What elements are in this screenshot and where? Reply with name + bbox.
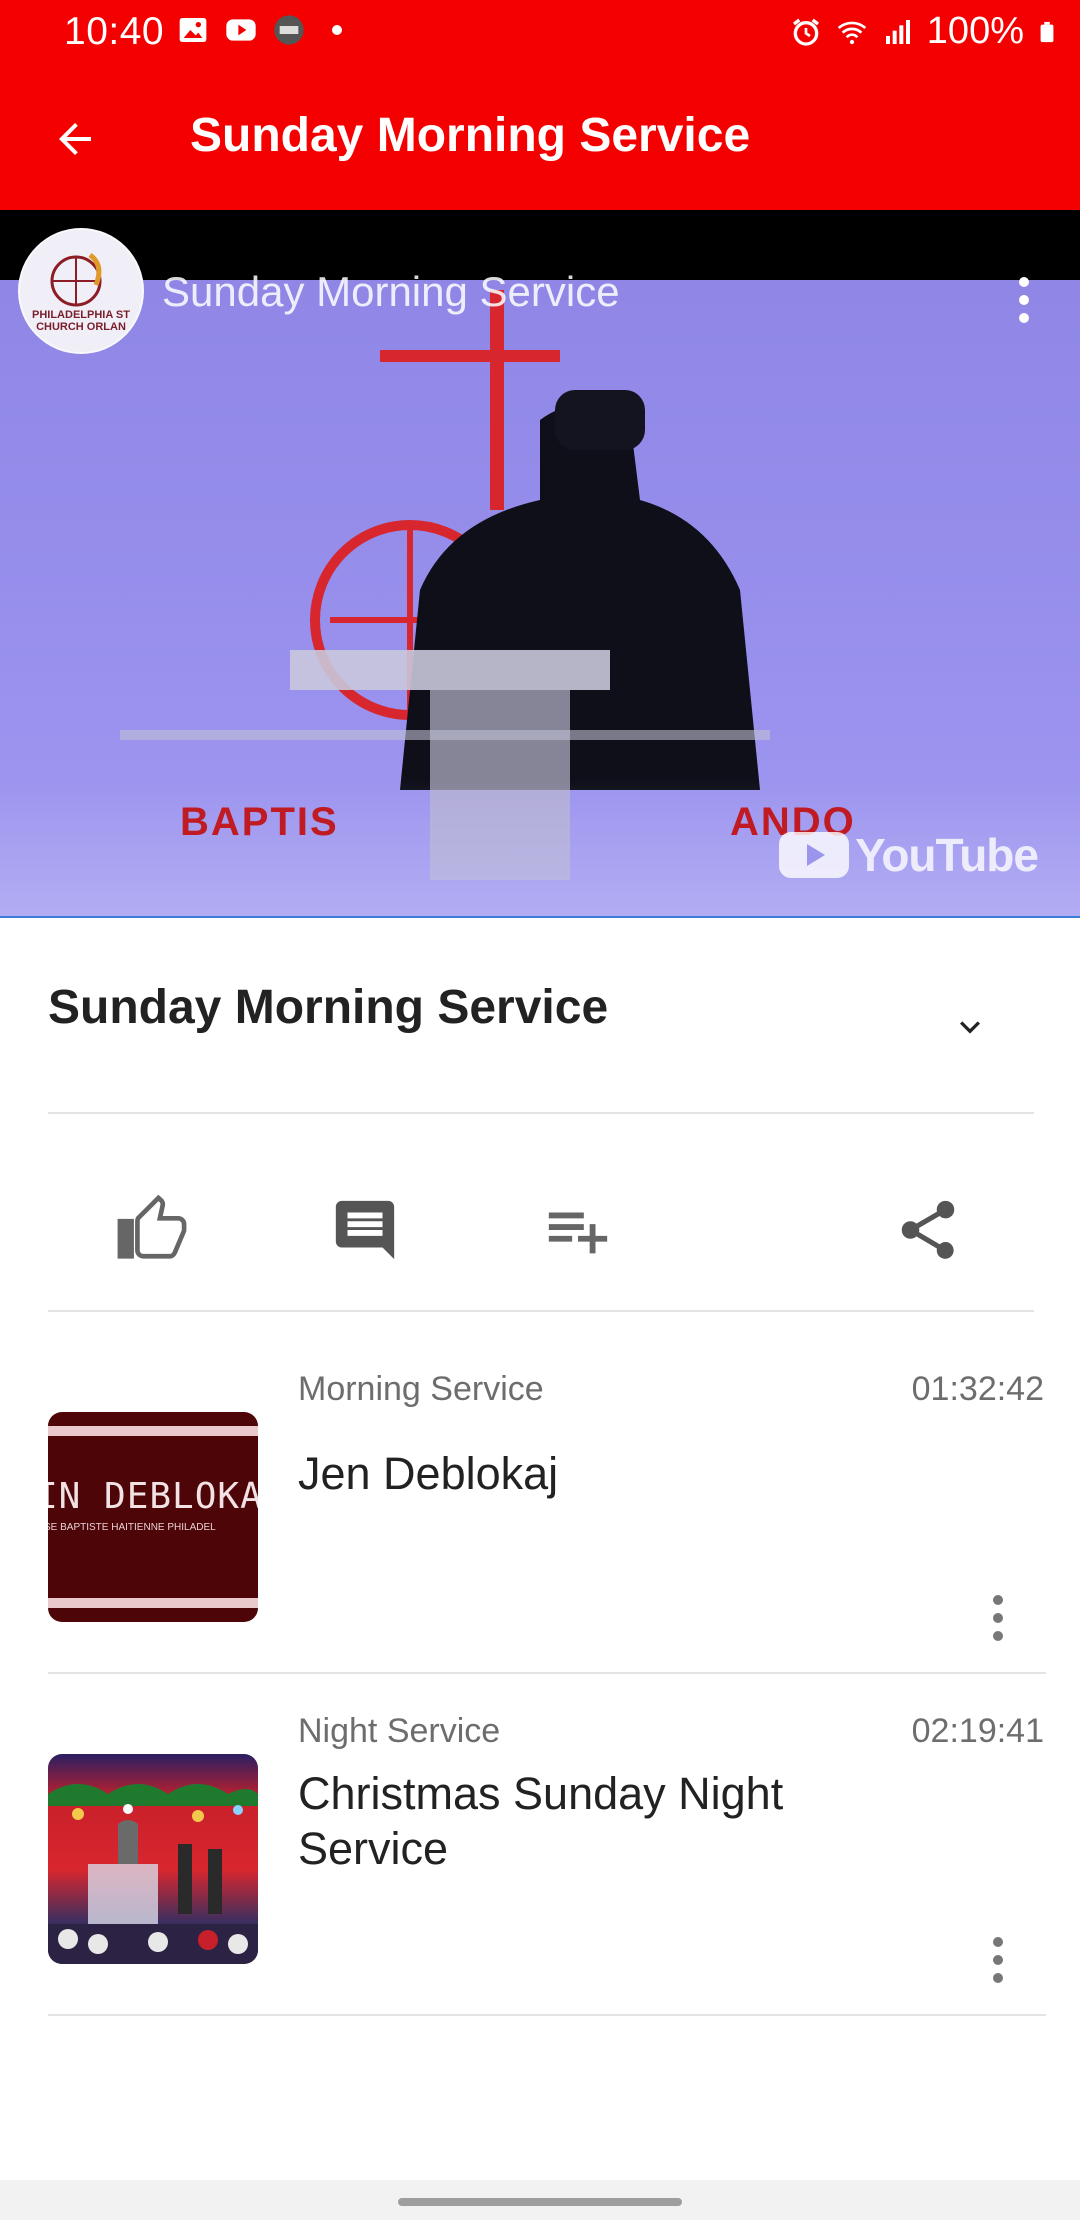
action-row <box>0 1180 1080 1280</box>
add-to-playlist-button[interactable] <box>528 1180 628 1280</box>
notification-dot-icon <box>332 25 342 35</box>
image-icon <box>179 18 207 42</box>
thumbnail-band <box>48 1598 258 1608</box>
channel-avatar-text: PHILADELPHIA ST CHURCH ORLAN <box>32 309 130 333</box>
comment-button[interactable] <box>315 1180 415 1280</box>
divider <box>48 2014 1046 2016</box>
video-duration: 02:19:41 <box>911 1712 1044 1750</box>
video-list-title[interactable]: Jen Deblokaj <box>298 1446 918 1501</box>
thumbnail-band <box>48 1426 258 1436</box>
home-gesture-handle[interactable] <box>398 2198 682 2206</box>
video-category: Morning Service <box>298 1370 544 1408</box>
video-category: Night Service <box>298 1712 501 1750</box>
app-badge-icon <box>274 15 304 45</box>
playlist-add-icon <box>548 1212 608 1254</box>
back-button[interactable] <box>40 104 110 174</box>
list-item[interactable]: Night Service 02:19:41 Christmas Sunday … <box>0 1702 1080 2014</box>
app-bar: Sunday Morning Service <box>0 64 1080 210</box>
comment-icon <box>335 1200 395 1260</box>
stage-banner-text-left: BAPTIS <box>180 800 339 844</box>
video-thumbnail[interactable] <box>48 1754 258 1964</box>
thumbs-up-icon <box>117 1195 187 1259</box>
video-player[interactable]: PHILADELPHIA ST CHURCH ORLAN Sunday Morn… <box>0 210 1080 918</box>
youtube-icon <box>226 19 256 41</box>
notification-icons <box>176 14 342 46</box>
divider <box>48 1310 1034 1312</box>
youtube-brand-text: YouTube <box>855 829 1039 881</box>
battery-icon <box>1040 21 1054 42</box>
expand-description-button[interactable] <box>940 1002 1000 1052</box>
divider <box>48 1672 1046 1674</box>
battery-percent: 100% <box>926 10 1024 52</box>
video-title: Sunday Morning Service <box>48 981 609 1034</box>
video-overlay-title: Sunday Morning Service <box>162 268 620 315</box>
video-more-options-icon[interactable] <box>1004 270 1044 330</box>
youtube-logo[interactable]: YouTube <box>779 828 1039 882</box>
system-icons: 100% <box>789 10 1058 53</box>
video-thumbnail[interactable]: IN DEBLOKA SE BAPTISTE HAITIENNE PHILADE… <box>48 1412 258 1622</box>
channel-avatar[interactable]: PHILADELPHIA ST CHURCH ORLAN <box>18 228 144 354</box>
video-list-title[interactable]: Christmas Sunday Night Service <box>298 1766 918 1876</box>
thumbnail-subtext: SE BAPTISTE HAITIENNE PHILADEL <box>48 1522 216 1533</box>
video-frame[interactable] <box>0 280 1080 918</box>
chevron-down-icon <box>960 1021 980 1034</box>
more-options-icon[interactable] <box>978 1930 1018 1990</box>
share-button[interactable] <box>878 1180 978 1280</box>
share-icon <box>901 1200 955 1259</box>
video-duration: 01:32:42 <box>911 1370 1044 1408</box>
thumbnail-text: IN DEBLOKA <box>48 1476 258 1517</box>
christmas-stage-graphic <box>48 1784 258 1964</box>
status-bar: 10:40 100% <box>0 0 1080 64</box>
list-item[interactable]: IN DEBLOKA SE BAPTISTE HAITIENNE PHILADE… <box>0 1360 1080 1672</box>
wifi-icon <box>837 21 867 44</box>
arrow-back-icon <box>59 123 91 155</box>
page-title: Sunday Morning Service <box>190 109 751 162</box>
church-globe-icon <box>50 252 102 307</box>
divider <box>48 1112 1034 1114</box>
more-options-icon[interactable] <box>978 1588 1018 1648</box>
alarm-icon <box>792 18 819 46</box>
youtube-play-icon <box>779 832 850 878</box>
player-progress-line <box>0 916 1080 918</box>
like-button[interactable] <box>102 1180 202 1280</box>
navigation-gesture-bar <box>0 2180 1080 2220</box>
status-time: 10:40 <box>64 10 165 53</box>
signal-icon <box>885 19 910 44</box>
